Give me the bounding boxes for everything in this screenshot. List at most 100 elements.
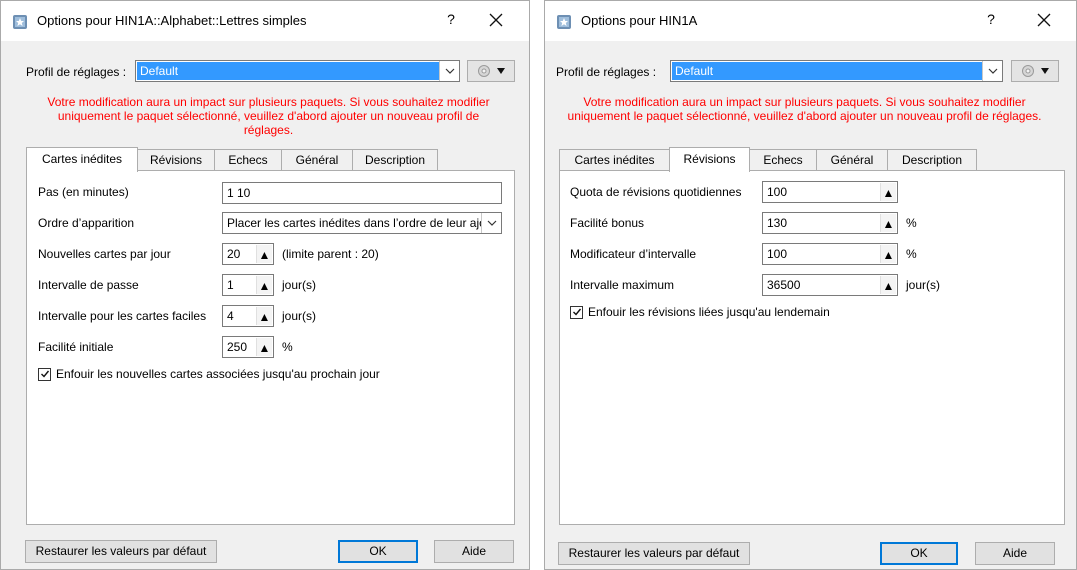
tab-reviews[interactable]: Révisions [137,149,215,171]
graduating-interval-spinbox[interactable]: 1 ▲ ▼ [222,274,274,296]
starting-ease-value: 250 [227,340,248,354]
tab-description[interactable]: Description [887,149,977,171]
interval-modifier-unit: % [906,247,917,261]
bury-new-checkbox-row[interactable]: Enfouir les nouvelles cartes associées j… [38,367,380,381]
tab-bar: Cartes inédites Révisions Echecs Général… [559,147,1029,172]
bury-new-checkbox[interactable] [38,367,51,381]
spin-buttons[interactable]: ▲ ▼ [256,245,272,263]
order-select[interactable]: Placer les cartes inédites dans l’ordre … [222,212,502,234]
tab-lapses[interactable]: Echecs [749,149,817,171]
starting-ease-label: Facilité initiale [38,340,114,354]
ok-button[interactable]: OK [338,540,418,563]
restore-defaults-button[interactable]: Restaurer les valeurs par défaut [25,540,217,563]
new-per-day-label: Nouvelles cartes par jour [38,247,171,261]
help-title-button[interactable]: ? [441,11,461,27]
easy-interval-value: 4 [227,309,234,323]
gear-icon [1022,65,1034,77]
checkmark-icon [40,370,49,378]
title-bar: Options pour HIN1A ? [545,1,1076,41]
profile-select[interactable]: Default [135,60,460,82]
starting-ease-spinbox[interactable]: 250 ▲ ▼ [222,336,274,358]
profile-dropdown-arrow[interactable] [982,61,1002,81]
tab-general[interactable]: Général [816,149,888,171]
spin-buttons[interactable]: ▲ ▼ [256,338,272,356]
help-title-button[interactable]: ? [981,11,1001,27]
chevron-down-icon [487,220,496,226]
max-interval-label: Intervalle maximum [570,278,675,292]
close-button[interactable] [481,6,511,34]
spin-up-icon[interactable]: ▲ [257,245,272,264]
title-bar: Options pour HIN1A::Alphabet::Lettres si… [1,1,529,41]
chevron-down-icon [988,68,997,74]
easy-bonus-value: 130 [767,216,788,230]
close-button[interactable] [1029,6,1059,34]
profile-select[interactable]: Default [670,60,1003,82]
checkmark-icon [572,308,581,316]
spin-up-icon[interactable]: ▲ [881,214,896,233]
spin-up-icon[interactable]: ▲ [881,183,896,202]
order-label: Ordre d’apparition [38,216,135,230]
max-reviews-label: Quota de révisions quotidiennes [570,185,742,199]
interval-modifier-label: Modificateur d’intervalle [570,247,697,261]
options-dialog-left: Options pour HIN1A::Alphabet::Lettres si… [0,0,530,570]
spin-up-icon[interactable]: ▲ [257,307,272,326]
help-button[interactable]: Aide [975,542,1055,565]
spin-buttons[interactable]: ▲ ▼ [880,276,896,294]
easy-interval-spinbox[interactable]: 4 ▲ ▼ [222,305,274,327]
close-icon [1037,13,1051,27]
spin-up-icon[interactable]: ▲ [257,276,272,295]
interval-modifier-value: 100 [767,247,788,261]
bury-new-label: Enfouir les nouvelles cartes associées j… [56,367,380,381]
dropdown-arrow-icon [497,68,505,74]
bury-reviews-label: Enfouir les révisions liées jusqu'au len… [588,305,830,319]
easy-interval-unit: jour(s) [282,309,317,323]
profile-dropdown-arrow[interactable] [439,61,459,81]
spin-buttons[interactable]: ▲ ▼ [880,245,896,263]
max-reviews-value: 100 [767,185,788,199]
max-interval-value: 36500 [767,278,801,292]
graduating-interval-label: Intervalle de passe [38,278,139,292]
max-interval-spinbox[interactable]: 36500 ▲ ▼ [762,274,898,296]
easy-bonus-spinbox[interactable]: 130 ▲ ▼ [762,212,898,234]
profile-options-button[interactable] [467,60,515,82]
profile-label: Profil de réglages : [26,65,127,79]
tab-new-cards[interactable]: Cartes inédites [26,147,138,172]
graduating-interval-value: 1 [227,278,234,292]
anki-app-icon [13,15,27,29]
tab-reviews[interactable]: Révisions [669,147,750,172]
options-dialog-right: Options pour HIN1A ? Profil de réglages … [544,0,1077,570]
anki-app-icon [557,15,571,29]
tab-new-cards[interactable]: Cartes inédites [559,149,670,171]
shared-profile-warning: Votre modification aura un impact sur pl… [47,95,490,137]
spin-buttons[interactable]: ▲ ▼ [256,276,272,294]
max-reviews-spinbox[interactable]: 100 ▲ ▼ [762,181,898,203]
tab-panel-new-cards: Pas (en minutes) 1 10 Ordre d’apparition… [26,170,515,525]
window-title: Options pour HIN1A::Alphabet::Lettres si… [37,13,307,28]
graduating-interval-unit: jour(s) [282,278,317,292]
spin-buttons[interactable]: ▲ ▼ [256,307,272,325]
new-per-day-spinbox[interactable]: 20 ▲ ▼ [222,243,274,265]
profile-label: Profil de réglages : [556,65,657,79]
spin-up-icon[interactable]: ▲ [257,338,272,357]
bury-reviews-checkbox[interactable] [570,305,583,319]
window-title: Options pour HIN1A [581,13,698,28]
max-interval-unit: jour(s) [906,278,941,292]
profile-select-value: Default [137,62,439,80]
interval-modifier-spinbox[interactable]: 100 ▲ ▼ [762,243,898,265]
spin-up-icon[interactable]: ▲ [881,245,896,264]
ok-button[interactable]: OK [880,542,958,565]
steps-input[interactable]: 1 10 [222,182,502,204]
tab-description[interactable]: Description [352,149,438,171]
help-button[interactable]: Aide [434,540,514,563]
bury-reviews-checkbox-row[interactable]: Enfouir les révisions liées jusqu'au len… [570,305,830,319]
spin-buttons[interactable]: ▲ ▼ [880,183,896,201]
tab-general[interactable]: Général [281,149,353,171]
restore-defaults-button[interactable]: Restaurer les valeurs par défaut [558,542,750,565]
order-dropdown-arrow[interactable] [481,213,501,233]
tab-panel-reviews: Quota de révisions quotidiennes 100 ▲ ▼ … [559,170,1065,525]
tab-lapses[interactable]: Echecs [214,149,282,171]
profile-options-button[interactable] [1011,60,1059,82]
profile-select-value: Default [672,62,982,80]
spin-up-icon[interactable]: ▲ [881,276,896,295]
spin-buttons[interactable]: ▲ ▼ [880,214,896,232]
